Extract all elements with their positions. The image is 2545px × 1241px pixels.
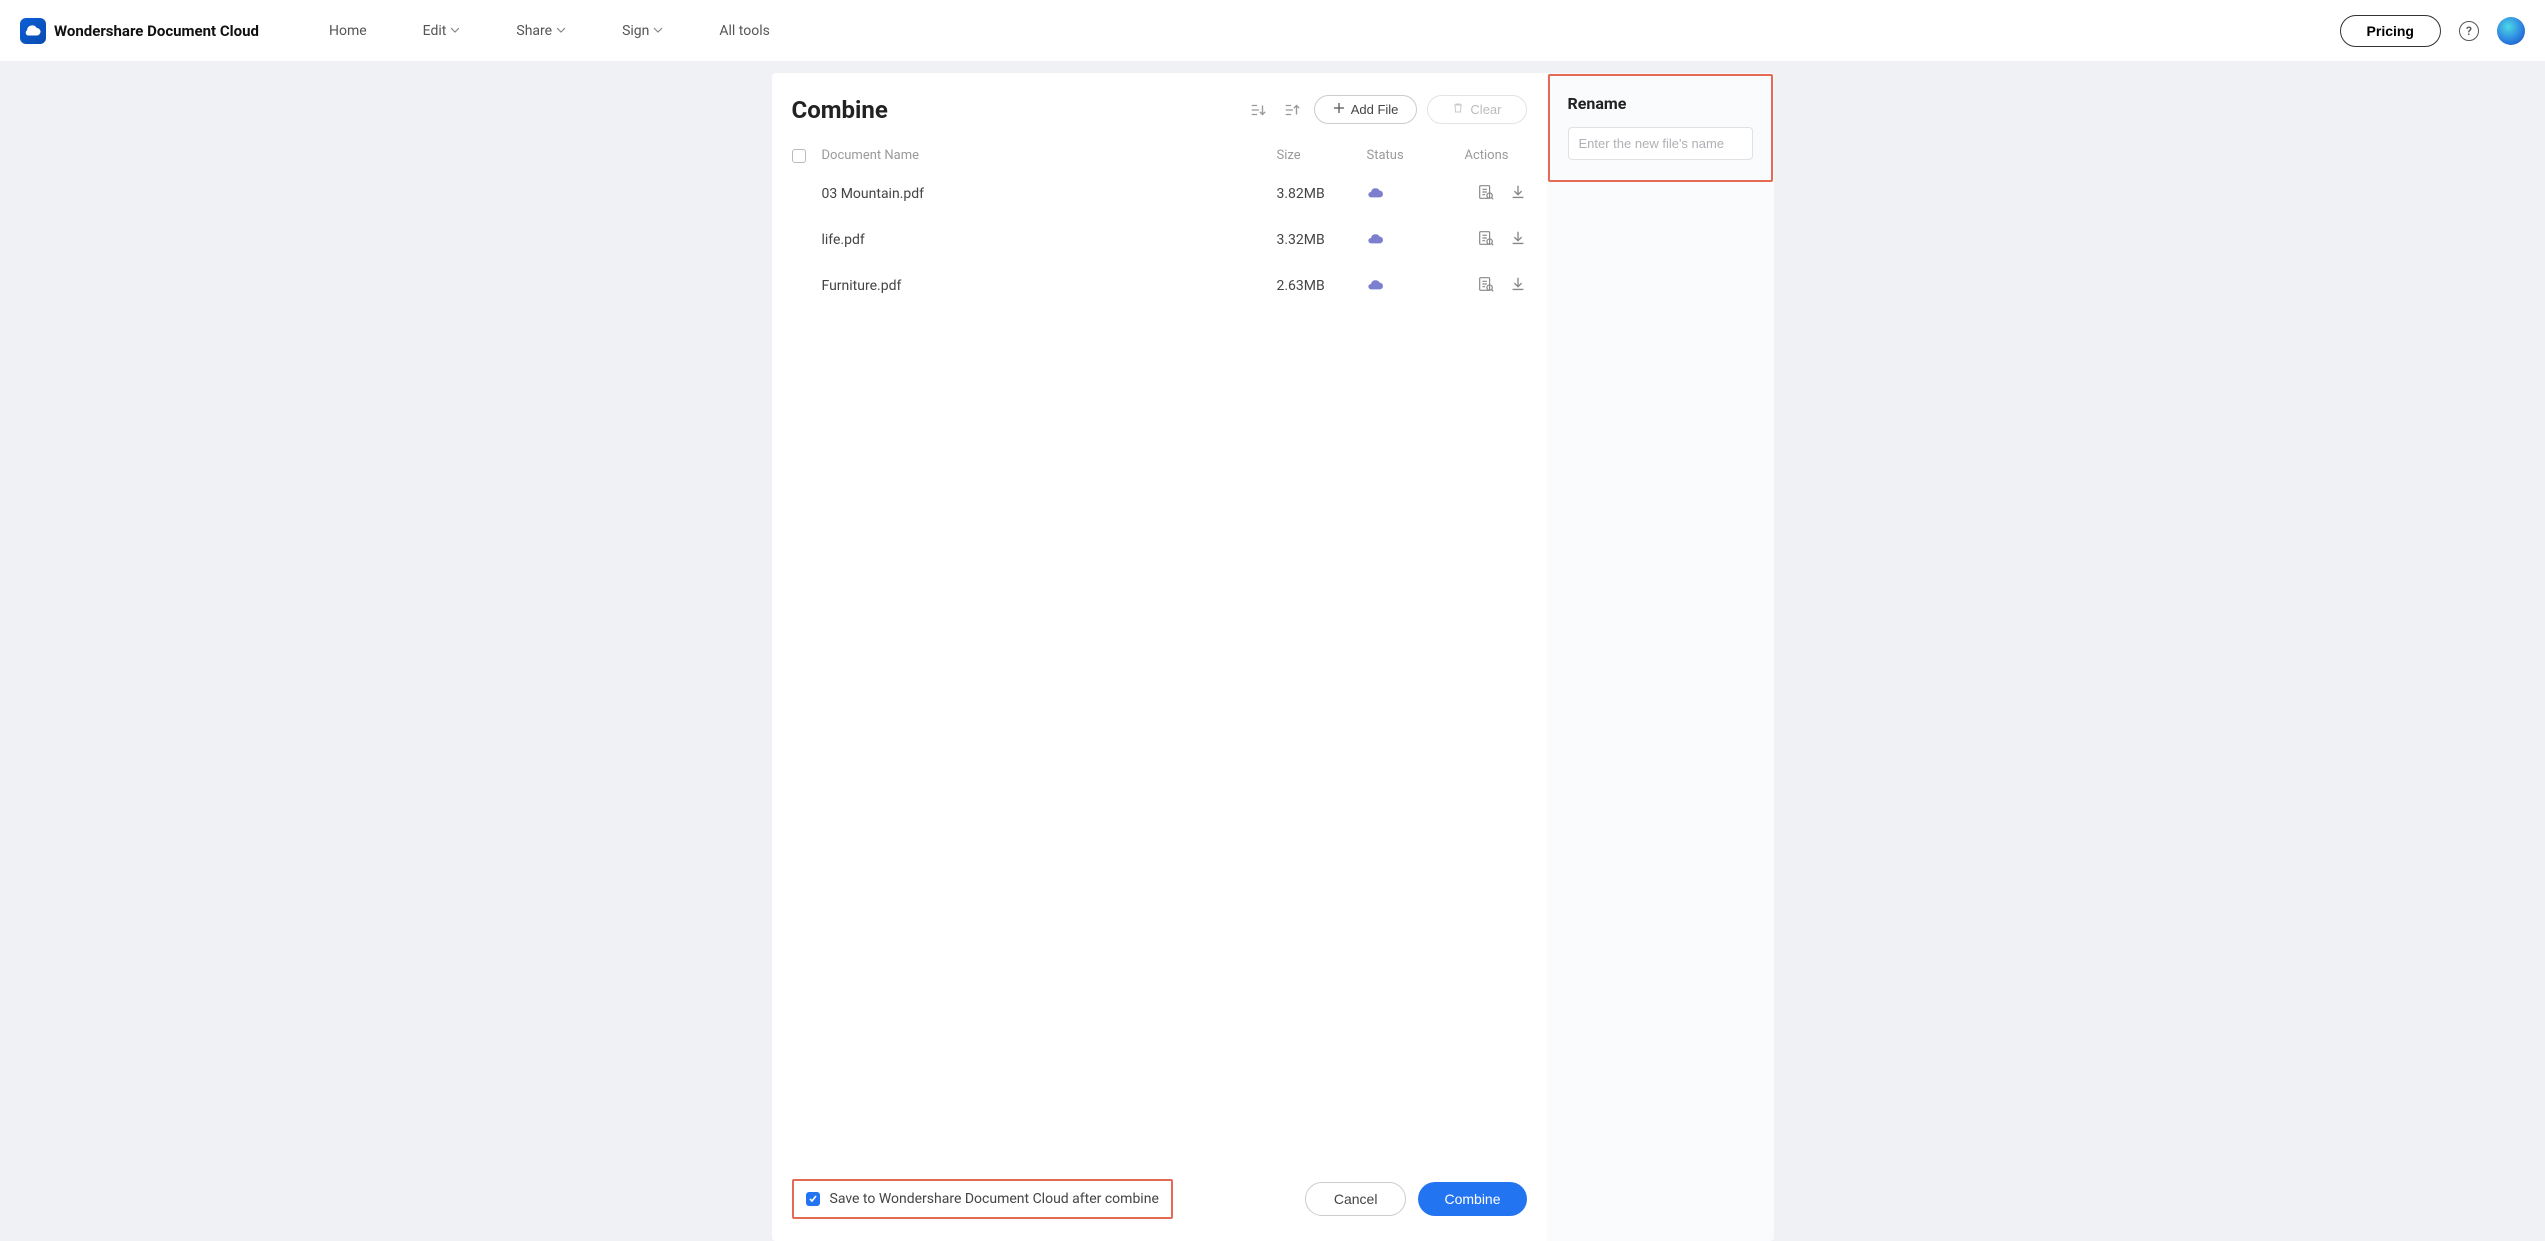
table-row: Furniture.pdf 2.63MB [772, 263, 1547, 309]
col-header-actions: Actions [1447, 148, 1527, 163]
table-row: life.pdf 3.32MB [772, 217, 1547, 263]
sort-desc-icon[interactable] [1280, 98, 1304, 122]
cancel-button[interactable]: Cancel [1305, 1182, 1407, 1216]
nav-home-label: Home [329, 23, 367, 39]
nav-sign[interactable]: Sign [622, 23, 663, 39]
file-size: 3.32MB [1277, 232, 1367, 248]
save-to-cloud-option: Save to Wondershare Document Cloud after… [792, 1179, 1173, 1219]
preview-icon[interactable] [1477, 229, 1495, 251]
nav-all-tools-label: All tools [719, 23, 769, 39]
nav-home[interactable]: Home [329, 23, 367, 39]
col-header-status: Status [1367, 148, 1447, 163]
save-to-cloud-label: Save to Wondershare Document Cloud after… [830, 1191, 1159, 1207]
chevron-down-icon [450, 23, 460, 39]
brand-icon [20, 18, 46, 44]
cloud-icon [1367, 231, 1383, 249]
rename-box: Rename [1548, 74, 1773, 182]
cloud-icon [1367, 185, 1383, 203]
nav-edit[interactable]: Edit [423, 23, 461, 39]
rename-title: Rename [1568, 94, 1753, 113]
col-header-size: Size [1277, 148, 1367, 163]
workspace: Combine Add File Clear [0, 61, 2545, 1241]
trash-icon [1452, 102, 1464, 117]
file-name: Furniture.pdf [822, 278, 1277, 294]
brand[interactable]: Wondershare Document Cloud [20, 18, 259, 44]
nav-share[interactable]: Share [516, 23, 566, 39]
table-row: 03 Mountain.pdf 3.82MB [772, 171, 1547, 217]
help-icon[interactable]: ? [2459, 21, 2479, 41]
header-right: Pricing ? [2340, 15, 2525, 47]
combine-panel: Combine Add File Clear [772, 73, 1547, 1241]
file-name: 03 Mountain.pdf [822, 186, 1277, 202]
add-file-button[interactable]: Add File [1314, 95, 1418, 124]
footer-actions: Cancel Combine [1305, 1182, 1527, 1216]
pricing-button[interactable]: Pricing [2340, 15, 2441, 47]
file-size: 3.82MB [1277, 186, 1367, 202]
chevron-down-icon [556, 23, 566, 39]
file-size: 2.63MB [1277, 278, 1367, 294]
download-icon[interactable] [1509, 183, 1527, 205]
cloud-icon [1367, 277, 1383, 295]
select-all-checkbox[interactable] [792, 149, 806, 163]
clear-label: Clear [1470, 102, 1501, 117]
add-file-label: Add File [1351, 102, 1399, 117]
nav-all-tools[interactable]: All tools [719, 23, 769, 39]
chevron-down-icon [653, 23, 663, 39]
col-header-name: Document Name [822, 148, 1277, 163]
preview-icon[interactable] [1477, 275, 1495, 297]
brand-name: Wondershare Document Cloud [54, 22, 259, 40]
panel-header-actions: Add File Clear [1246, 95, 1527, 124]
panel-header: Combine Add File Clear [772, 73, 1547, 136]
file-list: 03 Mountain.pdf 3.82MB life.pdf 3.32MB F… [772, 171, 1547, 309]
plus-icon [1333, 102, 1345, 117]
download-icon[interactable] [1509, 229, 1527, 251]
main-nav: Home Edit Share Sign All tools [329, 23, 770, 39]
download-icon[interactable] [1509, 275, 1527, 297]
save-to-cloud-checkbox[interactable] [806, 1192, 820, 1206]
nav-edit-label: Edit [423, 23, 447, 39]
panel-footer: Save to Wondershare Document Cloud after… [772, 1163, 1547, 1241]
nav-sign-label: Sign [622, 23, 649, 39]
combine-button[interactable]: Combine [1418, 1182, 1526, 1216]
nav-share-label: Share [516, 23, 552, 39]
app-header: Wondershare Document Cloud Home Edit Sha… [0, 0, 2545, 61]
table-header: Document Name Size Status Actions [772, 140, 1547, 171]
rename-input[interactable] [1568, 127, 1753, 160]
avatar[interactable] [2497, 17, 2525, 45]
file-name: life.pdf [822, 232, 1277, 248]
clear-button[interactable]: Clear [1427, 95, 1526, 124]
rename-panel: Rename [1547, 73, 1774, 1241]
preview-icon[interactable] [1477, 183, 1495, 205]
sort-asc-icon[interactable] [1246, 98, 1270, 122]
page-title: Combine [792, 96, 888, 124]
